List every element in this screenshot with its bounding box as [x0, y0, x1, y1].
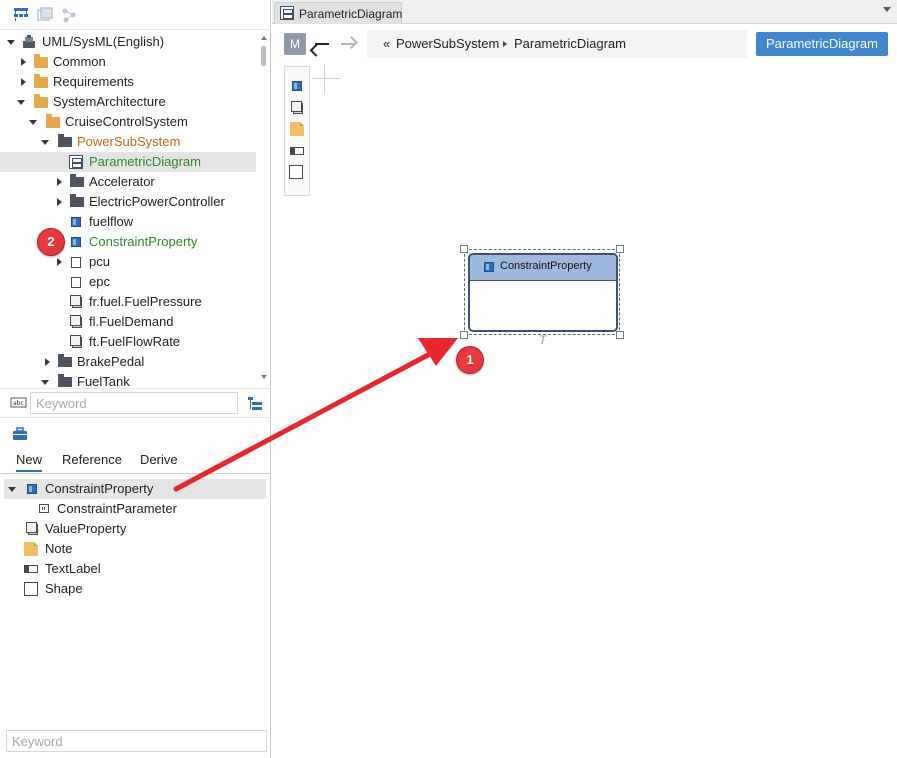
annotation-arrow — [173, 338, 458, 492]
callout-badge-2: 2 — [37, 228, 65, 256]
callout-badge-1: 1 — [456, 346, 484, 374]
